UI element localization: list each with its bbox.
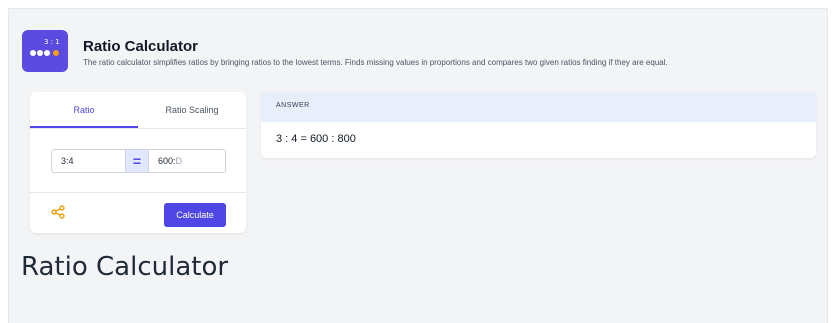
calculator-header: 3 : 1 Ratio Calculator The ratio calcula… [22,30,668,72]
ratio-inputs: 3:4 = 600:D [30,129,246,193]
card-actions: Calculate [30,193,246,233]
second-ratio-placeholder: D [175,156,183,166]
first-ratio-value: 3:4 [61,156,74,166]
tab-ratio-scaling[interactable]: Ratio Scaling [138,92,246,128]
logo-ratio-text: 3 : 1 [44,38,60,46]
answer-result: 3 : 4 = 600 : 800 [276,133,356,145]
calculator-description: The ratio calculator simplifies ratios b… [83,58,668,67]
second-ratio-value: 600: [158,156,176,166]
answer-panel: ANSWER 3 : 4 = 600 : 800 [261,92,816,158]
first-ratio-input[interactable]: 3:4 [51,149,126,173]
ratio-calculator-logo: 3 : 1 [22,30,68,72]
title-block: Ratio Calculator The ratio calculator si… [83,38,668,67]
tab-ratio[interactable]: Ratio [30,92,138,128]
calculate-button[interactable]: Calculate [164,203,226,227]
equals-icon: = [126,149,148,173]
share-icon[interactable] [51,205,65,224]
second-ratio-input[interactable]: 600:D [148,149,226,173]
calculator-title: Ratio Calculator [83,38,199,55]
input-card: Ratio Ratio Scaling 3:4 = 600:D Calculat… [30,92,246,233]
answer-heading: ANSWER [261,92,816,122]
page-heading: Ratio Calculator [21,252,229,282]
mode-tabs: Ratio Ratio Scaling [30,92,246,129]
